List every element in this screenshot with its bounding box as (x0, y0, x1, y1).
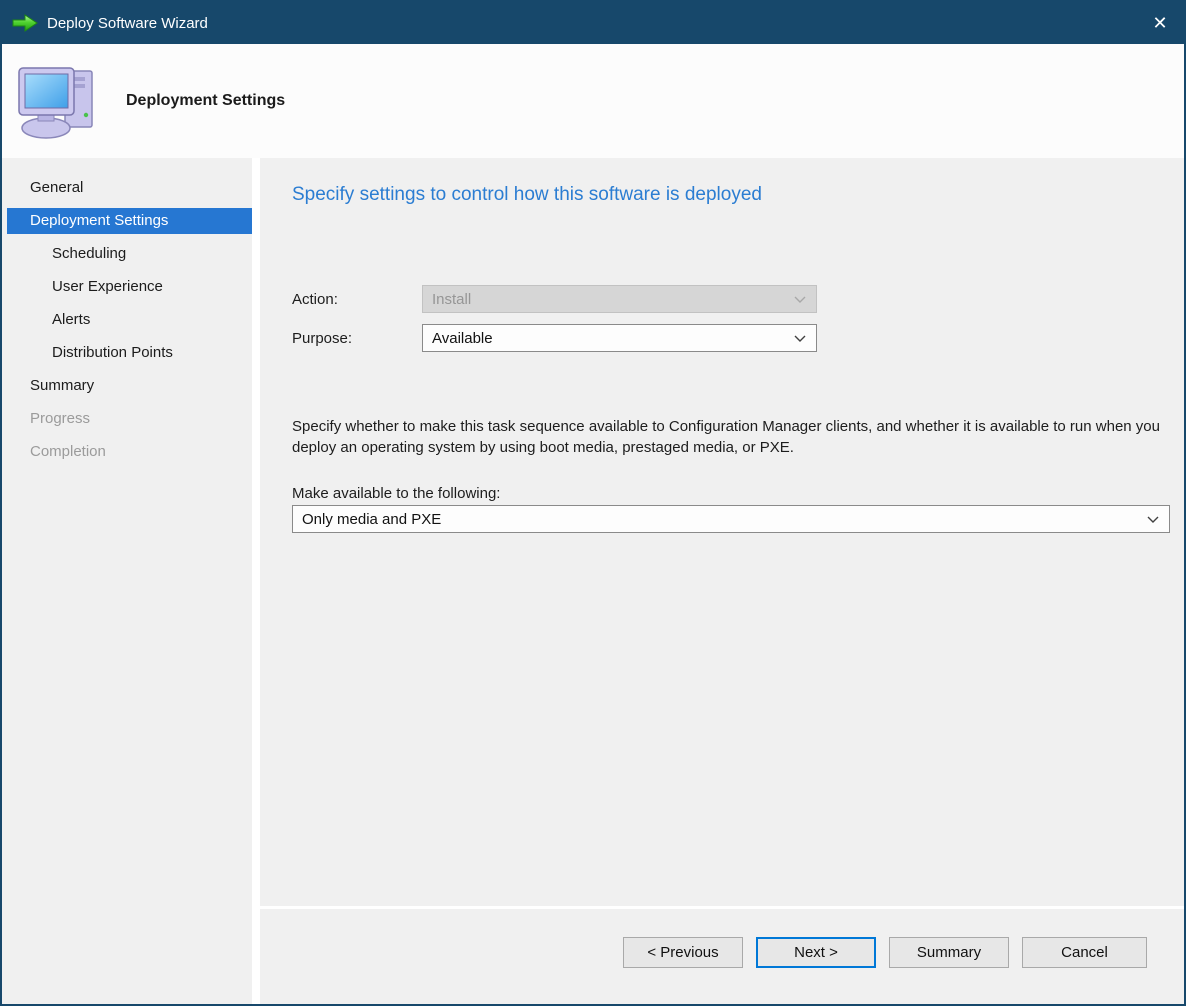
next-button[interactable]: Next > (756, 937, 876, 968)
make-available-select[interactable]: Only media and PXE (292, 505, 1170, 533)
sidebar-item-summary[interactable]: Summary (7, 373, 252, 399)
sidebar-item-scheduling[interactable]: Scheduling (7, 241, 252, 267)
previous-button[interactable]: < Previous (623, 937, 743, 968)
titlebar: Deploy Software Wizard ✕ (2, 2, 1184, 44)
purpose-label: Purpose: (292, 330, 422, 347)
wizard-button-bar: < Previous Next > Summary Cancel (260, 906, 1184, 1004)
availability-description: Specify whether to make this task sequen… (292, 416, 1167, 458)
sidebar-item-general[interactable]: General (7, 175, 252, 201)
close-icon[interactable]: ✕ (1136, 2, 1184, 44)
settings-form: Action: Install Purpose: Available (292, 285, 1170, 352)
sidebar-item-user-experience[interactable]: User Experience (7, 274, 252, 300)
chevron-down-icon (793, 330, 807, 347)
purpose-row: Purpose: Available (292, 324, 1170, 352)
sidebar-item-distribution-points[interactable]: Distribution Points (7, 340, 252, 366)
action-value: Install (432, 291, 793, 308)
section-heading: Specify settings to control how this sof… (292, 184, 1170, 206)
action-select: Install (422, 285, 817, 313)
make-available-value: Only media and PXE (302, 511, 1146, 528)
page-title: Deployment Settings (126, 92, 285, 110)
chevron-down-icon (1146, 511, 1160, 528)
purpose-select[interactable]: Available (422, 324, 817, 352)
make-available-label: Make available to the following: (292, 485, 1170, 502)
green-arrow-icon (12, 12, 38, 34)
main-panel: Specify settings to control how this sof… (260, 158, 1184, 1004)
chevron-down-icon (793, 291, 807, 308)
sidebar-item-progress: Progress (7, 406, 252, 432)
sidebar-item-deployment-settings[interactable]: Deployment Settings (7, 208, 252, 234)
cancel-button[interactable]: Cancel (1022, 937, 1147, 968)
wizard-body: General Deployment Settings Scheduling U… (2, 158, 1184, 1004)
deploy-software-wizard-window: Deploy Software Wizard ✕ (0, 0, 1186, 1006)
computer-icon (16, 59, 100, 143)
wizard-steps-sidebar: General Deployment Settings Scheduling U… (2, 158, 252, 1004)
window-title: Deploy Software Wizard (47, 15, 1136, 32)
purpose-value: Available (432, 330, 793, 347)
wizard-header: Deployment Settings (2, 44, 1184, 158)
sidebar-divider (252, 158, 260, 1004)
summary-button[interactable]: Summary (889, 937, 1009, 968)
action-label: Action: (292, 291, 422, 308)
sidebar-item-completion: Completion (7, 439, 252, 465)
sidebar-item-alerts[interactable]: Alerts (7, 307, 252, 333)
action-row: Action: Install (292, 285, 1170, 313)
